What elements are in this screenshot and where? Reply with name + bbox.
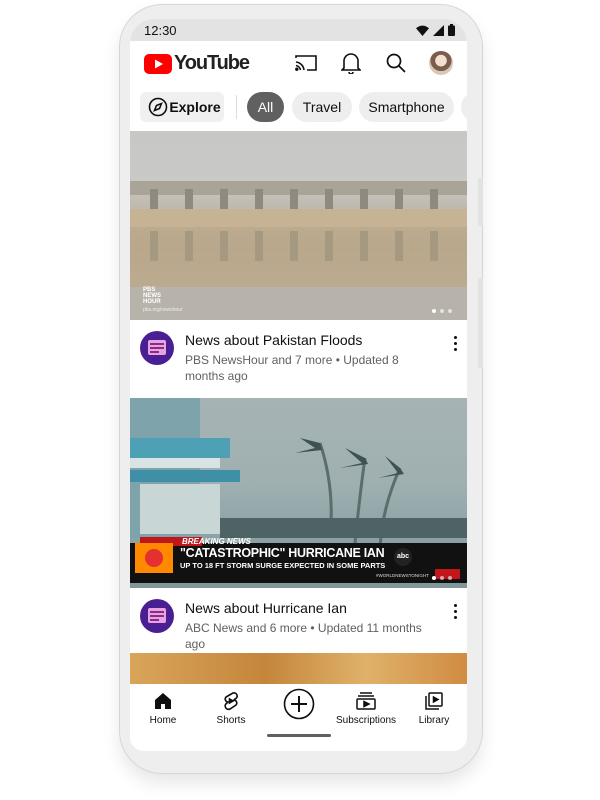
hurricane-ticker: UP TO 18 FT STORM SURGE EXPECTED IN SOME… — [180, 561, 386, 570]
nav-home[interactable]: Home — [130, 690, 198, 726]
breaking-news-label: BREAKING NEWS — [182, 537, 251, 546]
more-options-icon[interactable] — [452, 604, 458, 619]
search-icon[interactable] — [384, 51, 408, 75]
signal-icon — [433, 24, 444, 36]
carousel-dots — [432, 309, 452, 313]
youtube-logo[interactable]: YouTube — [144, 52, 250, 75]
youtube-play-logo-icon — [144, 53, 172, 74]
hurricane-headline: "CATASTROPHIC" HURRICANE IAN — [180, 546, 385, 560]
video-meta-hurricane-ian: News about Hurricane Ian ABC News and 6 … — [130, 588, 467, 653]
video-thumbnail-pakistan-floods[interactable]: PBS NEWS HOUR pbs.org/newshour — [130, 131, 467, 320]
chip-travel[interactable]: Travel — [292, 92, 352, 122]
compass-icon — [148, 97, 168, 117]
nav-library-label: Library — [418, 715, 450, 726]
nav-subscriptions[interactable]: Subscriptions — [331, 690, 401, 726]
explore-chip-label: Explore — [169, 99, 221, 115]
video-subtitle: ABC News and 6 more • Updated 11 months … — [185, 621, 422, 651]
cast-icon[interactable] — [294, 51, 318, 75]
battery-icon — [448, 24, 455, 36]
channel-avatar[interactable] — [140, 599, 174, 633]
logo-wordmark: YouTube — [174, 52, 250, 74]
carousel-dots — [432, 576, 452, 580]
chip-all[interactable]: All — [247, 92, 284, 122]
status-bar: 12:30 — [130, 19, 467, 41]
explore-chip[interactable]: Explore — [140, 92, 224, 122]
account-avatar[interactable] — [429, 51, 453, 75]
bell-icon[interactable] — [339, 51, 363, 75]
video-title[interactable]: News about Pakistan Floods — [185, 332, 435, 348]
nav-create[interactable] — [264, 688, 334, 721]
volume-button — [478, 178, 483, 226]
create-icon — [283, 688, 315, 720]
video-thumbnail-hurricane-ian[interactable]: BREAKING NEWS "CATASTROPHIC" HURRICANE I… — [130, 398, 467, 588]
pbs-logo-line3: HOUR — [143, 299, 161, 305]
carousel-dot-active — [432, 309, 436, 313]
subscriptions-icon — [356, 692, 376, 710]
carousel-dot-active — [432, 576, 436, 580]
video-meta-pakistan-floods: News about Pakistan Floods PBS NewsHour … — [130, 320, 467, 398]
shorts-icon — [224, 692, 238, 711]
home-icon — [155, 693, 171, 709]
world-news-tonight-hashtag: #WORLDNEWSTONIGHT — [376, 573, 429, 578]
chip-next[interactable] — [461, 92, 467, 122]
abc-network-logo: abc — [394, 548, 412, 566]
chips-divider — [236, 95, 237, 119]
nav-shorts-label: Shorts — [216, 715, 246, 726]
chips-bar: Explore All Travel Smartphone — [130, 83, 467, 131]
pbs-source-url: pbs.org/newshour — [143, 307, 183, 313]
pbs-newshour-watermark: PBS NEWS HOUR pbs.org/newshour — [143, 287, 183, 313]
chip-smartphone[interactable]: Smartphone — [359, 92, 454, 122]
nav-subscriptions-label: Subscriptions — [335, 715, 397, 726]
power-button — [478, 278, 483, 368]
wifi-icon — [416, 25, 429, 36]
carousel-dot — [440, 576, 444, 580]
video-subtitle: PBS NewsHour and 7 more • Updated 8 mont… — [185, 353, 399, 383]
carousel-dot — [448, 309, 452, 313]
gesture-home-bar[interactable] — [267, 734, 331, 737]
status-time: 12:30 — [144, 23, 177, 38]
nav-library[interactable]: Library — [399, 690, 467, 726]
bottom-navigation: Home Shorts Subscriptions Library — [130, 684, 467, 751]
app-bar: YouTube — [130, 41, 467, 83]
channel-avatar[interactable] — [140, 331, 174, 365]
nav-home-label: Home — [149, 715, 177, 726]
carousel-dot — [448, 576, 452, 580]
status-icons — [416, 24, 455, 36]
library-icon — [425, 692, 443, 710]
phone-screen: 12:30 YouTube Explore All Travel Smartph… — [130, 19, 467, 751]
more-options-icon[interactable] — [452, 336, 458, 351]
video-title[interactable]: News about Hurricane Ian — [185, 600, 435, 616]
nav-shorts[interactable]: Shorts — [196, 690, 266, 726]
carousel-dot — [440, 309, 444, 313]
